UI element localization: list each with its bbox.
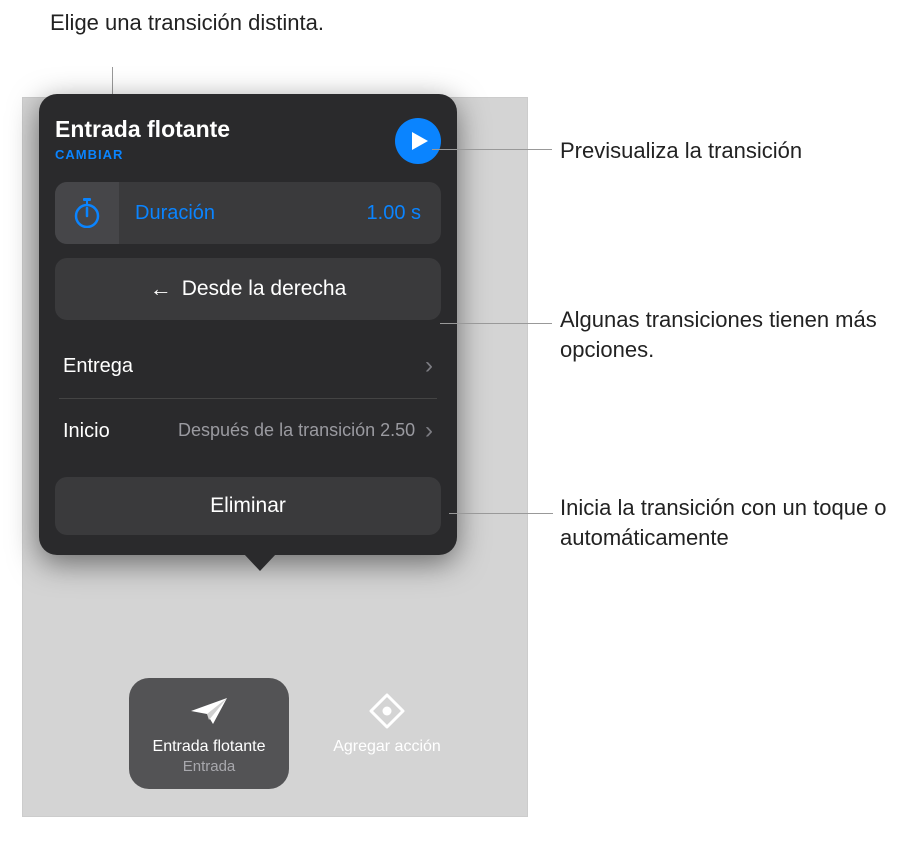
chip-subtitle: Entrada (183, 758, 236, 775)
transition-popover: Entrada flotante CAMBIAR Duración 1.00 s… (39, 94, 457, 555)
play-icon (411, 131, 429, 151)
popover-tail (244, 554, 276, 571)
popover-header-left: Entrada flotante CAMBIAR (55, 116, 230, 162)
arrow-left-icon: ← (150, 276, 172, 302)
delivery-label: Entrega (63, 355, 178, 378)
duration-icon-zone (55, 182, 119, 244)
callout-start: Inicia la transición con un toque o auto… (560, 493, 900, 552)
callout-preview: Previsualiza la transición (560, 136, 802, 166)
stopwatch-icon (73, 198, 101, 228)
duration-value: 1.00 s (367, 202, 421, 225)
callout-line (440, 323, 552, 324)
bottom-actions: Entrada flotante Entrada Agregar acción (129, 678, 467, 789)
duration-control[interactable]: Duración 1.00 s (55, 182, 441, 244)
start-label: Inicio (63, 420, 178, 443)
transition-title: Entrada flotante (55, 116, 230, 143)
popover-header: Entrada flotante CAMBIAR (55, 116, 441, 164)
callout-change-transition: Elige una transición distinta. (50, 9, 324, 38)
start-row[interactable]: Inicio Después de la transición 2.50 › (55, 399, 441, 463)
direction-button[interactable]: ← Desde la derecha (55, 258, 441, 320)
callout-line (449, 513, 553, 514)
callout-line (432, 149, 552, 150)
preview-play-button[interactable] (395, 118, 441, 164)
add-action-chip[interactable]: Agregar acción (307, 678, 467, 789)
build-in-chip[interactable]: Entrada flotante Entrada (129, 678, 289, 789)
chip-title: Entrada flotante (153, 738, 266, 756)
start-value: Después de la transición 2.50 (178, 419, 425, 442)
paper-plane-icon (189, 696, 229, 726)
callout-options: Algunas transiciones tienen más opciones… (560, 305, 880, 364)
change-button[interactable]: CAMBIAR (55, 147, 230, 162)
duration-label: Duración (135, 202, 367, 225)
app-frame: Entrada flotante CAMBIAR Duración 1.00 s… (22, 97, 528, 817)
delivery-row[interactable]: Entrega › (55, 334, 441, 398)
direction-label: Desde la derecha (182, 277, 347, 301)
chevron-right-icon: › (425, 352, 433, 380)
chip-icon (189, 692, 229, 730)
chip-title: Agregar acción (333, 738, 441, 756)
chip-icon (369, 692, 405, 730)
chevron-right-icon: › (425, 417, 433, 445)
delete-button[interactable]: Eliminar (55, 477, 441, 535)
action-diamond-icon (369, 693, 405, 729)
